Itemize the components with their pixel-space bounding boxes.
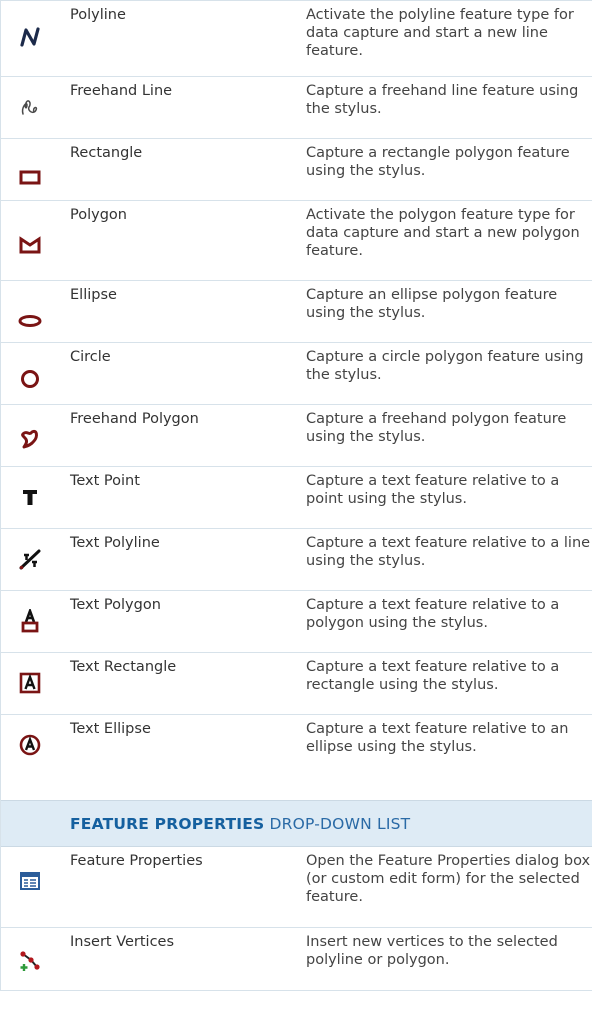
tool-name: Insert Vertices — [70, 934, 175, 950]
tool-name: Text Polygon — [70, 597, 161, 613]
table-row: Freehand Line Capture a freehand line fe… — [0, 76, 592, 138]
tool-description: Capture a rectangle polygon feature usin… — [306, 145, 570, 179]
tool-name: Rectangle — [70, 145, 143, 161]
table-left-rule — [0, 0, 1, 991]
tool-name: Text Ellipse — [70, 721, 151, 737]
section-title-rest: DROP-DOWN LIST — [269, 814, 411, 833]
text-ellipse-icon — [18, 733, 42, 757]
table-row: Polyline Activate the polyline feature t… — [0, 0, 592, 76]
tool-name: Text Polyline — [70, 535, 160, 551]
tool-description: Capture a text feature relative to an el… — [306, 721, 569, 755]
tool-description: Capture a freehand line feature using th… — [306, 83, 579, 117]
table-row: Feature Properties Open the Feature Prop… — [0, 847, 592, 927]
tool-description: Insert new vertices to the selected poly… — [306, 934, 558, 968]
table-row: Text Ellipse Capture a text feature rela… — [0, 714, 592, 788]
table-row: Ellipse Capture an ellipse polygon featu… — [0, 280, 592, 342]
polygon-icon — [18, 233, 42, 257]
text-polyline-icon — [18, 547, 42, 571]
tool-description: Capture an ellipse polygon feature using… — [306, 287, 558, 321]
freehand-polygon-icon — [18, 427, 42, 451]
tool-description: Capture a text feature relative to a rec… — [306, 659, 560, 693]
insert-vertices-icon — [18, 948, 42, 972]
table-row: Text Rectangle Capture a text feature re… — [0, 652, 592, 714]
section-header: FEATURE PROPERTIES DROP-DOWN LIST — [0, 800, 592, 847]
text-rectangle-icon — [18, 671, 42, 695]
text-polygon-icon — [18, 609, 42, 633]
table-row: Text Polyline Capture a text feature rel… — [0, 528, 592, 590]
tool-description: Capture a text feature relative to a pol… — [306, 597, 560, 631]
text-point-icon — [18, 485, 42, 509]
circle-icon — [18, 367, 42, 391]
tool-name: Text Rectangle — [70, 659, 177, 675]
tool-name: Ellipse — [70, 287, 117, 303]
ellipse-icon — [18, 309, 42, 333]
tool-description: Activate the polyline feature type for d… — [306, 7, 574, 59]
tool-description: Activate the polygon feature type for da… — [306, 207, 580, 259]
table-row: Polygon Activate the polygon feature typ… — [0, 200, 592, 280]
tool-name: Polyline — [70, 7, 126, 23]
section-title-strong: FEATURE PROPERTIES — [70, 814, 265, 833]
table-row: Circle Capture a circle polygon feature … — [0, 342, 592, 404]
tool-name: Polygon — [70, 207, 127, 223]
table-row: Text Point Capture a text feature relati… — [0, 466, 592, 528]
table-row: Rectangle Capture a rectangle polygon fe… — [0, 138, 592, 200]
tool-description: Capture a text feature relative to a lin… — [306, 535, 591, 569]
tool-description: Capture a circle polygon feature using t… — [306, 349, 584, 383]
feature-properties-icon — [18, 869, 42, 893]
table-row: Freehand Polygon Capture a freehand poly… — [0, 404, 592, 466]
tool-name: Freehand Line — [70, 83, 173, 99]
table-row: Insert Vertices Insert new vertices to t… — [0, 927, 592, 991]
tool-description: Open the Feature Properties dialog box (… — [306, 853, 591, 905]
tool-name: Feature Properties — [70, 853, 203, 869]
tool-description: Capture a freehand polygon feature using… — [306, 411, 567, 445]
table-row: Text Polygon Capture a text feature rela… — [0, 590, 592, 652]
tool-name: Text Point — [70, 473, 140, 489]
polyline-icon — [18, 25, 42, 49]
tool-description: Capture a text feature relative to a poi… — [306, 473, 560, 507]
tool-name: Circle — [70, 349, 111, 365]
tool-name: Freehand Polygon — [70, 411, 199, 427]
freehand-line-icon — [18, 95, 42, 119]
rectangle-icon — [18, 165, 42, 189]
section-title: FEATURE PROPERTIES DROP-DOWN LIST — [70, 815, 410, 833]
